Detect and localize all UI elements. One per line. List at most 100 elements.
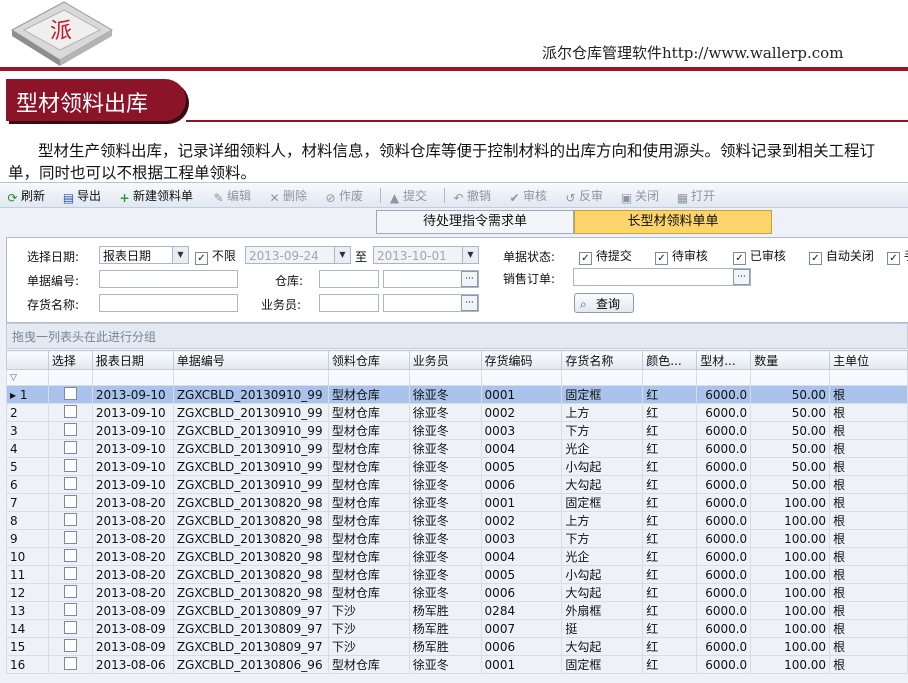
table-row[interactable]: 10 2013-08-20 ZGXCBLD_20130820_98 型材仓库 徐亚冬 00… xyxy=(6,547,908,566)
table-row[interactable]: 14 2013-08-09 ZGXCBLD_20130809_97 下沙 杨军胜 0007… xyxy=(6,619,908,638)
undo-icon: ↶ xyxy=(453,191,464,205)
export-button[interactable]: ▤ 导出 xyxy=(62,187,101,205)
report-date-cell: 2013-09-10 xyxy=(91,457,174,476)
row-select-checkbox[interactable] xyxy=(47,547,93,566)
staff-lookup-button[interactable]: ··· xyxy=(461,295,478,311)
warehouse-lookup-button[interactable]: ··· xyxy=(461,271,478,287)
query-button[interactable]: ⌕ 查询 xyxy=(574,293,634,313)
row-select-checkbox[interactable] xyxy=(47,583,93,602)
delete-button[interactable]: ✕ 删除 xyxy=(268,187,307,205)
status-checkbox-pending-audit[interactable]: ✓ 待审核 xyxy=(655,247,708,265)
table-row[interactable]: 11 2013-08-20 ZGXCBLD_20130820_98 型材仓库 徐亚冬 00… xyxy=(6,565,908,584)
tab-active[interactable]: 长型材领料单单 xyxy=(574,210,772,234)
stock-name-cell: 下方 xyxy=(561,529,644,548)
row-select-checkbox[interactable] xyxy=(47,403,93,422)
new-button[interactable]: + 新建领料单 xyxy=(118,187,193,205)
row-select-checkbox[interactable] xyxy=(47,385,93,404)
profile-cell: 6000.0 xyxy=(696,403,752,422)
row-number: 7 xyxy=(6,493,49,512)
chevron-down-icon: ▼ xyxy=(334,247,350,263)
status-checkbox-audited[interactable]: ✓ 已审核 xyxy=(733,247,786,265)
close-button[interactable]: ▣ 关闭 xyxy=(620,187,659,205)
column-header[interactable]: 存货名称 xyxy=(561,350,644,370)
quantity-cell: 50.00 xyxy=(750,439,831,458)
warehouse-code-input[interactable] xyxy=(319,270,379,288)
void-button[interactable]: ⊘ 作废 xyxy=(324,187,363,205)
color-cell: 红 xyxy=(642,637,698,656)
row-select-checkbox[interactable] xyxy=(47,619,93,638)
staff-code-input[interactable] xyxy=(319,294,379,312)
export-icon: ▤ xyxy=(62,191,75,205)
column-header[interactable]: 主单位 xyxy=(829,350,908,370)
table-row[interactable]: 6 2013-09-10 ZGXCBLD_20130910_99 型材仓库 徐亚冬 000… xyxy=(6,475,908,494)
audit-button[interactable]: ✔ 审核 xyxy=(508,187,547,205)
stock-name-input[interactable] xyxy=(99,294,238,312)
status-checkbox-auto-closed[interactable]: ✓ 自动关闭 xyxy=(809,247,874,265)
withdraw-button[interactable]: ↶ 撤销 xyxy=(452,187,491,205)
billno-input[interactable] xyxy=(99,270,238,288)
table-row[interactable]: 16 2013-08-06 ZGXCBLD_20130806_96 型材仓库 徐亚冬 00… xyxy=(6,655,908,674)
quantity-cell: 50.00 xyxy=(750,475,831,494)
refresh-button[interactable]: ⟳ 刷新 xyxy=(6,187,45,205)
column-header[interactable]: 报表日期 xyxy=(91,350,174,370)
bill-no-cell: ZGXCBLD_20130910_99 xyxy=(172,439,329,458)
unit-cell: 根 xyxy=(829,529,908,548)
unit-cell: 根 xyxy=(829,547,908,566)
column-header[interactable]: 选择 xyxy=(47,350,93,370)
row-select-checkbox[interactable] xyxy=(47,457,93,476)
column-header[interactable]: 型材... xyxy=(696,350,752,370)
filter-icon[interactable]: ▽ xyxy=(6,369,49,386)
bill-no-cell: ZGXCBLD_20130910_99 xyxy=(172,421,329,440)
row-select-checkbox[interactable] xyxy=(47,655,93,674)
table-row[interactable]: ▸ 1 2013-09-10 ZGXCBLD_20130910_99 型材仓库 徐亚冬 0… xyxy=(6,385,908,404)
table-row[interactable]: 15 2013-08-09 ZGXCBLD_20130809_97 下沙 杨军胜 0006… xyxy=(6,637,908,656)
table-row[interactable]: 7 2013-08-20 ZGXCBLD_20130820_98 型材仓库 徐亚冬 000… xyxy=(6,493,908,512)
warehouse-cell: 型材仓库 xyxy=(327,511,410,530)
row-select-checkbox[interactable] xyxy=(47,601,93,620)
billno-label: 单据编号: xyxy=(27,274,80,288)
column-header[interactable]: 领料仓库 xyxy=(327,350,410,370)
row-select-checkbox[interactable] xyxy=(47,565,93,584)
column-header[interactable]: 数量 xyxy=(750,350,831,370)
date-from-field[interactable]: 2013-09-24 ▼ xyxy=(245,246,351,264)
column-header[interactable] xyxy=(6,350,49,370)
date-to-field[interactable]: 2013-10-01 ▼ xyxy=(373,246,479,264)
table-row[interactable]: 3 2013-09-10 ZGXCBLD_20130910_99 型材仓库 徐亚冬 000… xyxy=(6,421,908,440)
unlimited-checkbox[interactable]: ✓ 不限 xyxy=(195,247,236,265)
table-row[interactable]: 12 2013-08-20 ZGXCBLD_20130820_98 型材仓库 徐亚冬 00… xyxy=(6,583,908,602)
date-type-select[interactable]: 报表日期 ▼ xyxy=(99,246,189,264)
sales-order-lookup-button[interactable]: ··· xyxy=(733,269,750,285)
tab-pending[interactable]: 待处理指令需求单 xyxy=(376,210,574,234)
edit-button[interactable]: ✎ 编辑 xyxy=(212,187,251,205)
row-select-checkbox[interactable] xyxy=(47,511,93,530)
row-number: 11 xyxy=(6,565,49,584)
row-select-checkbox[interactable] xyxy=(47,439,93,458)
table-row[interactable]: 2 2013-09-10 ZGXCBLD_20130910_99 型材仓库 徐亚冬 000… xyxy=(6,403,908,422)
status-checkbox-manual[interactable]: ✓ 手 xyxy=(887,247,908,265)
row-select-checkbox[interactable] xyxy=(47,493,93,512)
open-button[interactable]: ▦ 打开 xyxy=(676,187,715,205)
sales-order-input[interactable] xyxy=(573,268,751,286)
unit-cell: 根 xyxy=(829,421,908,440)
column-header[interactable]: 单据编号 xyxy=(172,350,329,370)
row-select-checkbox[interactable] xyxy=(47,421,93,440)
table-row[interactable]: 13 2013-08-09 ZGXCBLD_20130809_97 下沙 杨军胜 0284… xyxy=(6,601,908,620)
unaudit-button[interactable]: ↺ 反审 xyxy=(564,187,603,205)
warehouse-label: 仓库: xyxy=(275,274,304,288)
row-select-checkbox[interactable] xyxy=(47,529,93,548)
row-select-checkbox[interactable] xyxy=(47,637,93,656)
table-row[interactable]: 8 2013-08-20 ZGXCBLD_20130820_98 型材仓库 徐亚冬 000… xyxy=(6,511,908,530)
column-header[interactable]: 存货编码 xyxy=(480,350,563,370)
stock-name-cell: 下方 xyxy=(561,421,644,440)
submit-button[interactable]: ▲ 提交 xyxy=(388,187,427,205)
logo-glyph: 派 xyxy=(50,19,72,44)
row-select-checkbox[interactable] xyxy=(47,475,93,494)
column-header[interactable]: 颜色... xyxy=(642,350,698,370)
table-row[interactable]: 5 2013-09-10 ZGXCBLD_20130910_99 型材仓库 徐亚冬 000… xyxy=(6,457,908,476)
table-row[interactable]: 4 2013-09-10 ZGXCBLD_20130910_99 型材仓库 徐亚冬 000… xyxy=(6,439,908,458)
status-checkbox-pending-submit[interactable]: ✓ 待提交 xyxy=(579,247,632,265)
tab-bar: 待处理指令需求单 长型材领料单单 xyxy=(0,208,908,236)
table-row[interactable]: 9 2013-08-20 ZGXCBLD_20130820_98 型材仓库 徐亚冬 000… xyxy=(6,529,908,548)
column-header[interactable]: 业务员 xyxy=(408,350,482,370)
stock-name-cell: 固定框 xyxy=(561,385,644,404)
